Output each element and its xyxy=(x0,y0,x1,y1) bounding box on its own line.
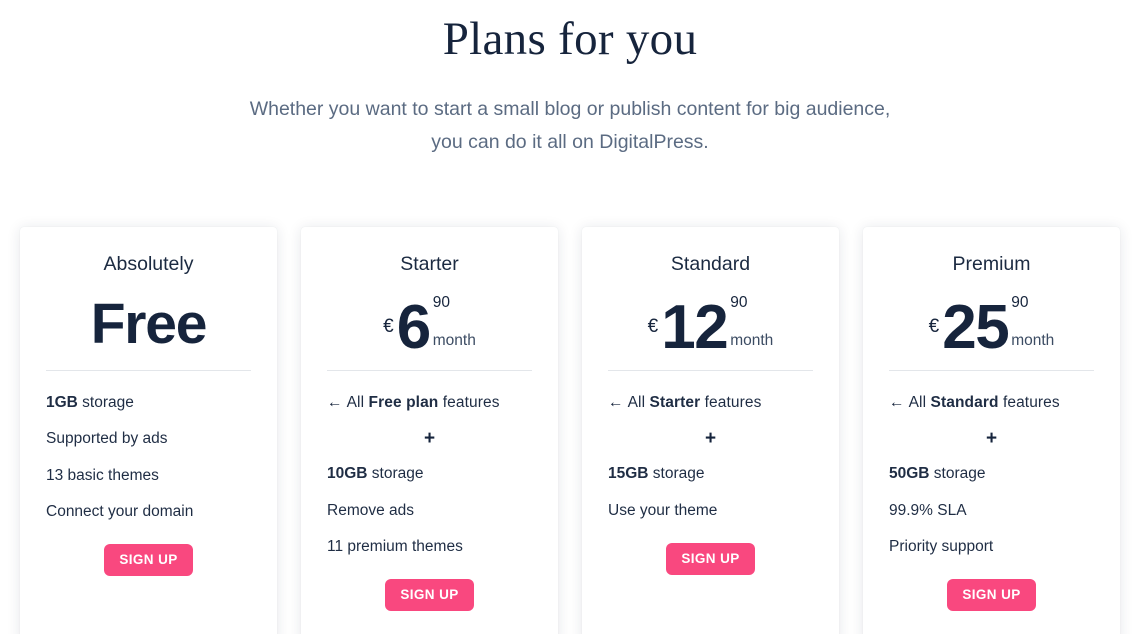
plan-name: Starter xyxy=(400,253,459,275)
pricing-card: Standard €12 90 month ← All Starter features +… xyxy=(582,227,839,634)
feature-item: 13 basic themes xyxy=(46,466,251,486)
feature-item: Remove ads xyxy=(327,501,532,521)
inherit-prefix: All xyxy=(908,394,931,412)
page-subtitle-line-1: Whether you want to start a small blog o… xyxy=(249,97,891,120)
pricing-page: Plans for you Whether you want to start … xyxy=(0,0,1140,634)
card-divider xyxy=(889,370,1094,372)
feature-item: Supported by ads xyxy=(46,429,251,449)
plus-icon: + xyxy=(985,428,998,450)
inherit-plan-name: Standard xyxy=(930,394,999,412)
price-cents: 90 xyxy=(432,294,450,312)
price-amount: 6 xyxy=(396,293,431,363)
inherit-suffix: features xyxy=(998,394,1060,412)
price-cents: 90 xyxy=(730,294,748,312)
feature-text: storage xyxy=(367,465,424,483)
feature-text: Connect your domain xyxy=(46,502,194,520)
signup-button[interactable]: SIGN UP xyxy=(385,578,474,612)
feature-text: Supported by ads xyxy=(46,430,168,448)
signup-button-container: SIGN UP xyxy=(608,542,813,576)
feature-item: 15GB storage xyxy=(608,464,813,484)
plan-price: €25 90 month xyxy=(889,278,1094,370)
plus-icon: + xyxy=(704,428,717,450)
feature-text: 13 basic themes xyxy=(46,466,159,484)
price-amount: 12 xyxy=(661,293,728,363)
arrow-left-icon: ← xyxy=(327,394,343,412)
feature-item: Priority support xyxy=(889,537,1094,557)
feature-text: Remove ads xyxy=(327,501,415,519)
plan-price: €6 90 month xyxy=(327,278,532,370)
inherit-prefix: All xyxy=(627,394,650,412)
feature-text: storage xyxy=(929,465,986,483)
plan-price: €12 90 month xyxy=(608,278,813,370)
plan-name: Absolutely xyxy=(103,253,194,275)
currency-symbol: € xyxy=(928,316,940,338)
feature-text: 99.9% SLA xyxy=(889,501,967,519)
feature-text: 11 premium themes xyxy=(327,537,463,555)
feature-text: Priority support xyxy=(889,537,994,555)
signup-button[interactable]: SIGN UP xyxy=(947,578,1036,612)
pricing-cards: Absolutely Free 1GB storage Supported by ad… xyxy=(0,227,1140,634)
feature-text: storage xyxy=(77,394,134,412)
feature-item: 10GB storage xyxy=(327,464,532,484)
feature-highlight: 10GB xyxy=(327,465,368,483)
feature-item: 50GB storage xyxy=(889,464,1094,484)
signup-button[interactable]: SIGN UP xyxy=(666,542,755,576)
feature-list: 1GB storage Supported by ads 13 basic them… xyxy=(46,393,251,522)
arrow-left-icon: ← xyxy=(889,394,905,412)
plus-icon: + xyxy=(423,428,436,450)
inherit-plan-name: Free plan xyxy=(368,394,439,412)
price-amount: 25 xyxy=(942,293,1009,363)
signup-button-container: SIGN UP xyxy=(327,578,532,612)
inherit-prefix: All xyxy=(346,394,369,412)
feature-list: ← All Free plan features +10GB storage Remo… xyxy=(327,393,532,557)
inherit-suffix: features xyxy=(438,394,500,412)
feature-item: 11 premium themes xyxy=(327,537,532,557)
currency-symbol: € xyxy=(647,316,659,338)
pricing-card: Premium €25 90 month ← All Standard features +… xyxy=(863,227,1120,634)
inherit-suffix: features xyxy=(700,394,762,412)
card-divider xyxy=(327,370,532,372)
feature-text: Use your theme xyxy=(608,501,718,519)
card-divider xyxy=(608,370,813,372)
feature-highlight: 1GB xyxy=(46,394,78,412)
signup-button[interactable]: SIGN UP xyxy=(104,543,193,577)
price-period: month xyxy=(730,331,774,349)
page-title: Plans for you xyxy=(442,13,698,65)
page-subtitle: Whether you want to start a small blog o… xyxy=(0,69,1140,159)
price-period: month xyxy=(432,331,476,349)
currency-symbol: € xyxy=(383,316,394,338)
plan-price: Free xyxy=(46,278,251,370)
feature-item: 99.9% SLA xyxy=(889,501,1094,521)
feature-item: Connect your domain xyxy=(46,502,251,522)
feature-text: storage xyxy=(648,465,705,483)
page-subtitle-line-2: you can do it all on DigitalPress. xyxy=(431,130,709,153)
signup-button-container: SIGN UP xyxy=(889,578,1094,612)
inherited-features-row: ← All Free plan features xyxy=(327,393,532,413)
signup-button-container: SIGN UP xyxy=(46,543,251,577)
card-divider xyxy=(46,370,251,372)
pricing-card: Absolutely Free 1GB storage Supported by ad… xyxy=(20,227,277,634)
feature-list: ← All Standard features +50GB storage 99.9%… xyxy=(889,393,1094,557)
arrow-left-icon: ← xyxy=(608,394,624,412)
inherited-features-row: ← All Starter features xyxy=(608,393,813,413)
pricing-card: Starter €6 90 month ← All Free plan features +… xyxy=(301,227,558,634)
plan-name: Standard xyxy=(670,253,751,275)
feature-list: ← All Starter features +15GB storage Use yo… xyxy=(608,393,813,520)
price-period: month xyxy=(1011,331,1055,349)
feature-highlight: 15GB xyxy=(608,465,649,483)
inherited-features-row: ← All Standard features xyxy=(889,393,1094,413)
price-cents: 90 xyxy=(1011,294,1029,312)
plan-price-free: Free xyxy=(90,291,208,356)
plan-name: Premium xyxy=(952,253,1031,275)
feature-item: Use your theme xyxy=(608,501,813,521)
feature-highlight: 50GB xyxy=(889,465,930,483)
inherit-plan-name: Starter xyxy=(649,394,701,412)
feature-item: 1GB storage xyxy=(46,393,251,413)
